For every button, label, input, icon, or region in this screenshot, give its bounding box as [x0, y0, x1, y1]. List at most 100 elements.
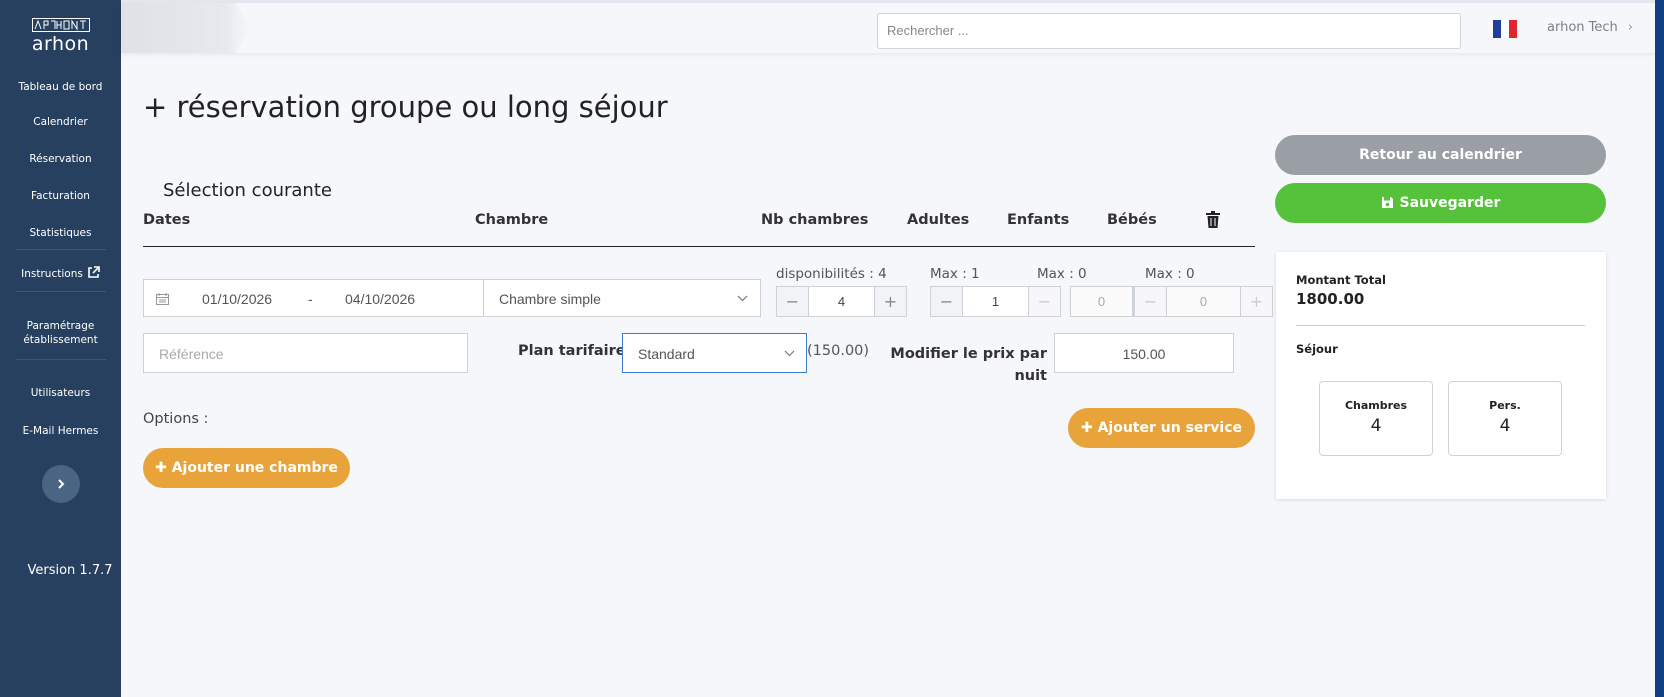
room-type-value: Chambre simple [499, 291, 601, 307]
rooms-stat-value: 4 [1370, 416, 1382, 436]
price-override-label-line1: Modifier le prix par [890, 346, 1047, 362]
nav-instructions-label: Instructions [21, 268, 83, 280]
babies-minus-button[interactable]: − [1135, 287, 1166, 316]
col-nb-rooms: Nb chambres [761, 212, 869, 228]
total-label: Montant Total [1296, 273, 1386, 287]
add-room-button[interactable]: ✚ Ajouter une chambre [143, 448, 350, 488]
language-flag-icon[interactable] [1493, 20, 1517, 38]
children-stepper[interactable]: 0 [1070, 286, 1134, 317]
persons-stat-value: 4 [1499, 416, 1511, 436]
rooms-stat-label: Chambres [1344, 399, 1408, 412]
summary-divider [1296, 325, 1585, 326]
chevron-down-icon [737, 295, 748, 302]
nav-calendrier[interactable]: Calendrier [0, 115, 121, 129]
reference-input[interactable]: Référence [143, 333, 468, 373]
search-input[interactable]: Rechercher ... [877, 13, 1461, 49]
options-label: Options : [143, 411, 209, 427]
reference-placeholder: Référence [159, 346, 224, 362]
version-label: Version 1.7.7 [27, 563, 113, 578]
adults-plus-button[interactable]: − [1029, 287, 1060, 316]
sidebar-expand-button[interactable] [42, 465, 80, 503]
logo-mark-icon [31, 18, 90, 32]
price-per-night-value: 150.00 [1122, 346, 1166, 362]
chevron-right-icon [58, 479, 65, 489]
babies-plus-button[interactable]: + [1241, 287, 1272, 316]
adults-max-label: Max : 1 [930, 266, 980, 282]
add-service-button[interactable]: ✚ Ajouter un service [1068, 408, 1255, 448]
availability-label: disponibilités : 4 [776, 266, 887, 282]
col-adults: Adultes [907, 212, 970, 228]
calendar-icon [156, 293, 169, 305]
col-children: Enfants [1007, 212, 1070, 228]
save-icon [1381, 197, 1393, 208]
date-separator: - [308, 291, 313, 307]
total-value: 1800.00 [1296, 290, 1365, 308]
chevron-right-icon: › [1627, 20, 1633, 35]
nav-instructions[interactable]: Instructions [0, 266, 121, 281]
chevron-down-icon [784, 350, 795, 357]
nb-rooms-minus-button[interactable]: − [777, 287, 808, 316]
persons-stat-label: Pers. [1489, 399, 1521, 412]
children-value[interactable]: 0 [1070, 287, 1133, 316]
summary-card: Montant Total 1800.00 Séjour Chambres 4 … [1276, 252, 1606, 499]
nb-rooms-plus-button[interactable]: + [875, 287, 906, 316]
header-divider [143, 246, 1255, 247]
section-title: Sélection courante [163, 180, 332, 201]
nav-divider [16, 359, 106, 360]
nav-parametrage-line1: Paramétrage [26, 320, 95, 332]
trash-icon[interactable] [1206, 211, 1220, 228]
rate-plan-select[interactable]: Standard [622, 333, 807, 373]
col-dates: Dates [143, 212, 191, 228]
col-babies: Bébés [1107, 212, 1157, 228]
nav-divider [16, 291, 106, 292]
date-range-input[interactable]: 01/10/2026 - 04/10/2026 [143, 279, 484, 317]
logo[interactable]: arhon [0, 18, 121, 55]
col-room: Chambre [475, 212, 549, 228]
save-label: Sauvegarder [1399, 195, 1501, 211]
children-max-label: Max : 0 [1037, 266, 1087, 282]
adults-minus-button[interactable]: − [931, 287, 962, 316]
sidebar: arhon Tableau de bord Calendrier Réserva… [0, 0, 121, 697]
nav-parametrage[interactable]: Paramétrage établissement [0, 319, 121, 347]
nav-reservation[interactable]: Réservation [0, 152, 121, 166]
price-per-night-input[interactable]: 150.00 [1054, 333, 1234, 373]
price-override-label-line2: nuit [1014, 368, 1047, 384]
external-link-icon [88, 266, 100, 278]
rate-plan-value: Standard [638, 346, 695, 362]
babies-max-label: Max : 0 [1145, 266, 1195, 282]
user-menu[interactable]: arhon Tech › [1547, 20, 1633, 35]
rate-plan-price: (150.00) [807, 343, 870, 359]
window-edge [1655, 0, 1664, 697]
add-room-label: Ajouter une chambre [171, 460, 338, 476]
plus-icon: ✚ [1080, 420, 1098, 436]
room-type-select[interactable]: Chambre simple [483, 279, 761, 317]
nb-rooms-stepper[interactable]: − 4 + [776, 286, 907, 317]
nav-email-hermes[interactable]: E-Mail Hermes [0, 424, 121, 438]
price-override-label: Modifier le prix par nuit [880, 343, 1047, 387]
nav-tableau-de-bord[interactable]: Tableau de bord [0, 80, 121, 94]
page-title: + réservation groupe ou long séjour [143, 90, 668, 124]
rate-plan-label: Plan tarifaire [518, 343, 626, 359]
stay-label: Séjour [1296, 342, 1338, 356]
date-to: 04/10/2026 [345, 291, 416, 307]
date-from: 01/10/2026 [202, 291, 273, 307]
nav-utilisateurs[interactable]: Utilisateurs [0, 386, 121, 400]
babies-value[interactable]: 0 [1166, 287, 1241, 316]
top-header: Rechercher ... arhon Tech › [121, 3, 1655, 53]
adults-value[interactable]: 1 [962, 287, 1029, 316]
back-to-calendar-button[interactable]: Retour au calendrier [1275, 135, 1606, 175]
nav-facturation[interactable]: Facturation [0, 189, 121, 203]
blurred-breadcrumb [121, 3, 251, 53]
rooms-stat: Chambres 4 [1319, 381, 1433, 456]
adults-stepper[interactable]: − 1 − [930, 286, 1061, 317]
user-name: arhon Tech [1547, 20, 1618, 35]
persons-stat: Pers. 4 [1448, 381, 1562, 456]
nav-parametrage-line2: établissement [23, 334, 98, 346]
babies-stepper[interactable]: − 0 + [1134, 286, 1273, 317]
nb-rooms-value[interactable]: 4 [808, 287, 875, 316]
add-service-label: Ajouter un service [1097, 420, 1243, 436]
nav-divider [16, 249, 106, 250]
nav-statistiques[interactable]: Statistiques [0, 226, 121, 240]
save-button[interactable]: Sauvegarder [1275, 183, 1606, 223]
logo-text: arhon [31, 33, 90, 55]
